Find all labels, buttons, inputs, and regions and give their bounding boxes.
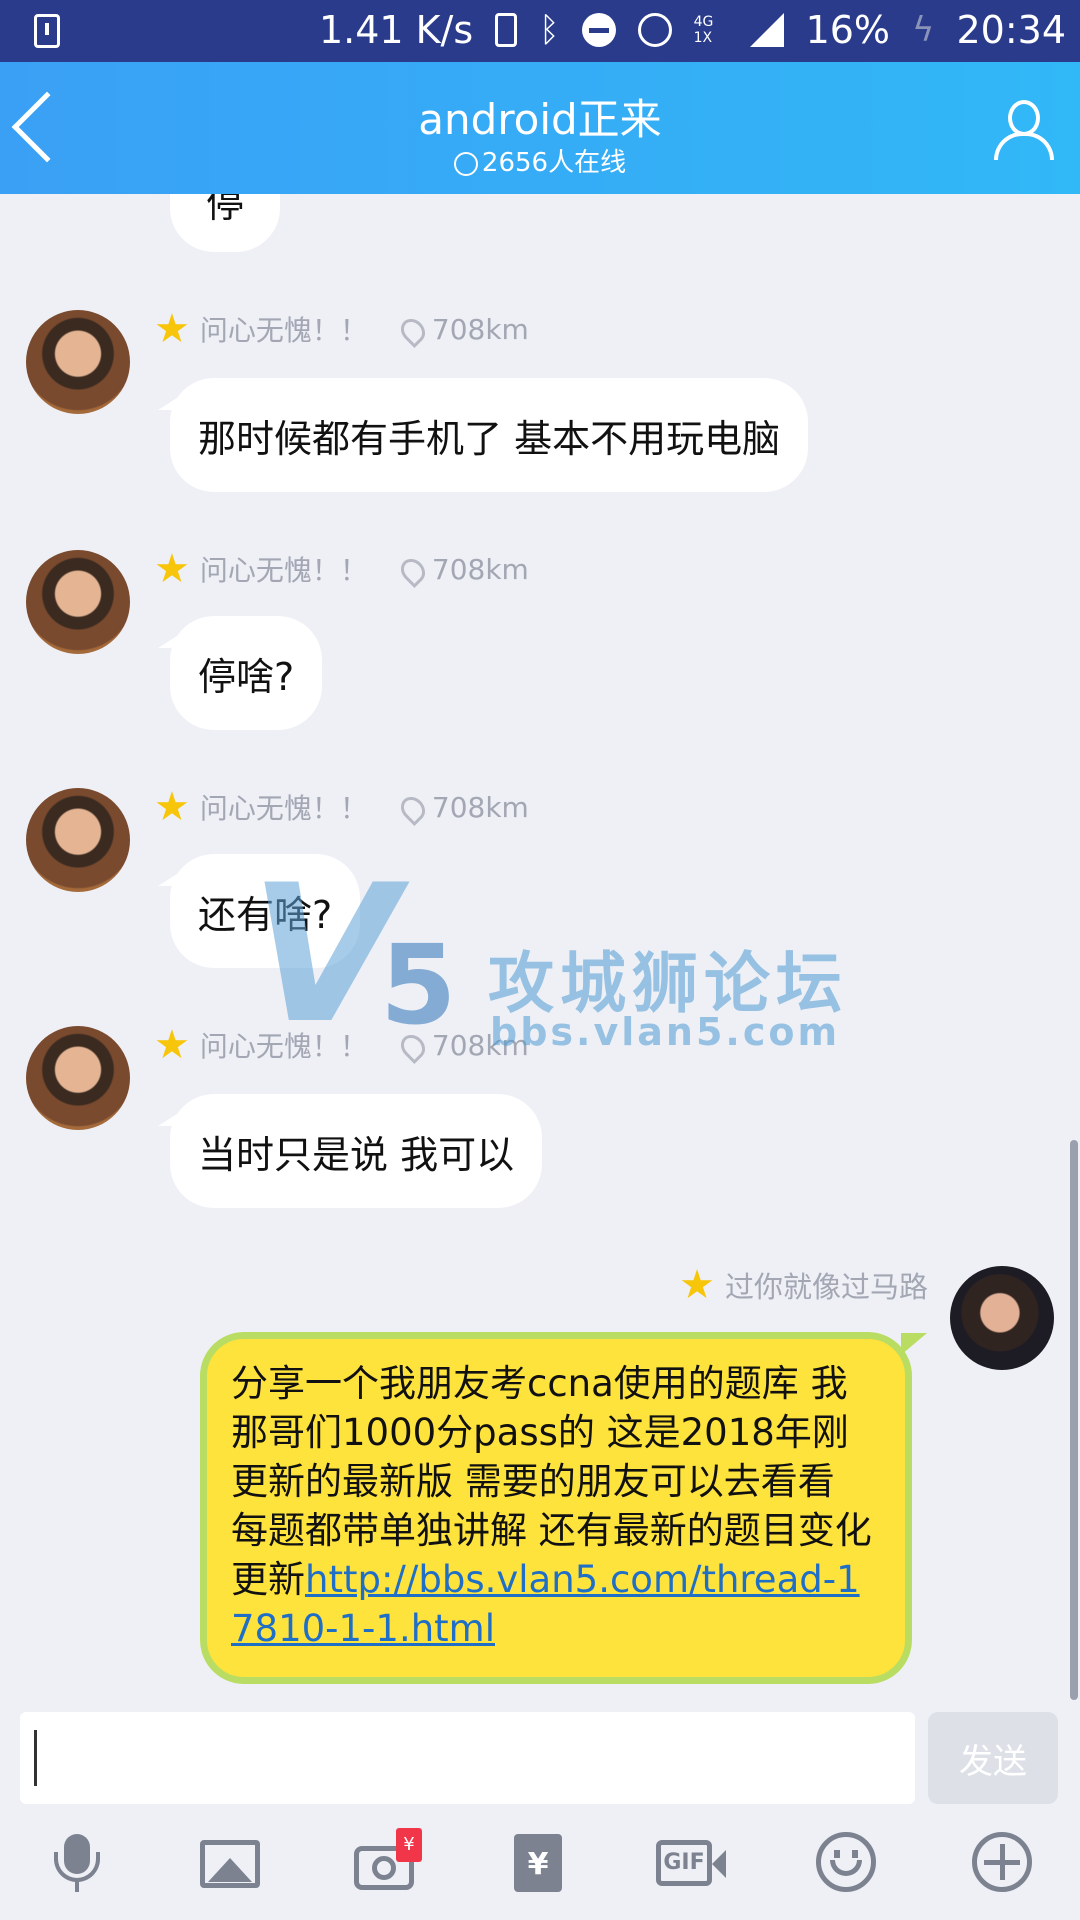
forum-watermark: V 5 攻城狮论坛 bbs.vlan5.com [250, 860, 870, 1060]
image-icon[interactable] [196, 1830, 266, 1900]
watermark-v: V [250, 844, 398, 1065]
envelope-yen: ¥ [514, 1834, 562, 1892]
send-button[interactable]: 发送 [928, 1712, 1058, 1804]
sender-name[interactable]: 问心无愧！！ [200, 787, 368, 827]
avatar[interactable] [26, 1026, 130, 1130]
microphone-icon[interactable] [42, 1830, 112, 1900]
gif-label: GIF [656, 1840, 712, 1886]
battery-level: 16% [805, 8, 891, 52]
network-speed: 1.41 K/s [318, 8, 474, 52]
network-type: 4G 1X [693, 14, 714, 46]
message-meta: ★ 问心无愧！！ 708km [154, 546, 529, 592]
chat-title-overlay: android正来 [418, 95, 662, 144]
location: 708km [395, 790, 529, 826]
location-pin-icon [395, 313, 430, 348]
gif-icon[interactable]: GIF [656, 1830, 726, 1900]
message-bubble[interactable]: 那时候都有手机了 基本不用玩电脑 [157, 378, 809, 492]
message-bubble[interactable]: 停啥? [157, 616, 323, 730]
location-pin-icon [395, 791, 430, 826]
star-badge-icon: ★ [679, 1262, 715, 1308]
signal-icon [749, 13, 784, 47]
shared-link[interactable]: http://bbs.vlan5.com/thread-17810-1-1.ht… [231, 1558, 860, 1650]
star-badge-icon: ★ [154, 306, 190, 352]
my-message-meta: ★ 过你就像过马路 [679, 1262, 928, 1308]
message-text: 那时候都有手机了 基本不用玩电脑 [198, 416, 781, 461]
online-count-overlay: 2656人在线 [0, 142, 1080, 179]
star-badge-icon: ★ [154, 1022, 190, 1068]
message-input[interactable] [20, 1712, 915, 1804]
message-meta: ★ 问心无愧！！ 708km [154, 306, 529, 352]
distance: 708km [431, 552, 529, 586]
star-badge-icon: ★ [154, 546, 190, 592]
input-toolbar: ¥ ¥ GIF [0, 1828, 1080, 1920]
scrollbar[interactable] [1070, 1140, 1078, 1700]
my-avatar[interactable] [950, 1266, 1054, 1370]
message-bubble[interactable]: 当时只是说 我可以 [157, 1094, 543, 1208]
status-bar: 1.41 K/s ᛒ 4G 1X 16% ϟ 20:34 [0, 0, 1080, 62]
avatar[interactable] [26, 310, 130, 414]
alarm-icon [637, 13, 672, 47]
clock: 20:34 [956, 8, 1066, 52]
avatar[interactable] [26, 788, 130, 892]
avatar[interactable] [26, 550, 130, 654]
camera-icon[interactable]: ¥ [352, 1828, 422, 1900]
status-icons: 1.41 K/s ᛒ 4G 1X 16% ϟ 20:34 [319, 8, 1066, 52]
my-name[interactable]: 过你就像过马路 [725, 1264, 928, 1306]
charging-icon: ϟ [912, 10, 935, 50]
bluetooth-icon: ᛒ [539, 10, 560, 50]
sender-name[interactable]: 问心无愧！！ [200, 309, 368, 349]
sender-name[interactable]: 问心无愧！！ [200, 549, 368, 589]
online-status-icon [453, 151, 478, 176]
red-packet-badge: ¥ [396, 1828, 422, 1862]
watermark-5: 5 [380, 921, 457, 1049]
do-not-disturb-icon [581, 13, 616, 47]
download-notification-icon [34, 14, 60, 48]
message-meta: ★ 问心无愧！！ 708km [154, 784, 529, 830]
my-message-bubble[interactable]: 分享一个我朋友考ccna使用的题库 我那哥们1000分pass的 这是2018年… [200, 1332, 927, 1684]
distance: 708km [431, 790, 529, 824]
watermark-url: bbs.vlan5.com [490, 1010, 841, 1054]
red-envelope-icon[interactable]: ¥ [504, 1830, 574, 1900]
emoji-icon[interactable] [812, 1830, 882, 1900]
plus-icon[interactable] [968, 1830, 1038, 1900]
message-text: 当时只是说 我可以 [198, 1132, 515, 1177]
online-count-text: 2656人在线 [481, 148, 627, 178]
location-pin-icon [395, 553, 430, 588]
location: 708km [395, 552, 529, 588]
location: 708km [395, 312, 529, 348]
text-caret [34, 1730, 37, 1786]
phone-icon [495, 13, 518, 47]
message-text: 停 [206, 182, 245, 226]
group-members-button[interactable] [994, 100, 1058, 160]
message-text: 停啥? [198, 654, 295, 699]
star-badge-icon: ★ [154, 784, 190, 830]
distance: 708km [431, 312, 529, 346]
